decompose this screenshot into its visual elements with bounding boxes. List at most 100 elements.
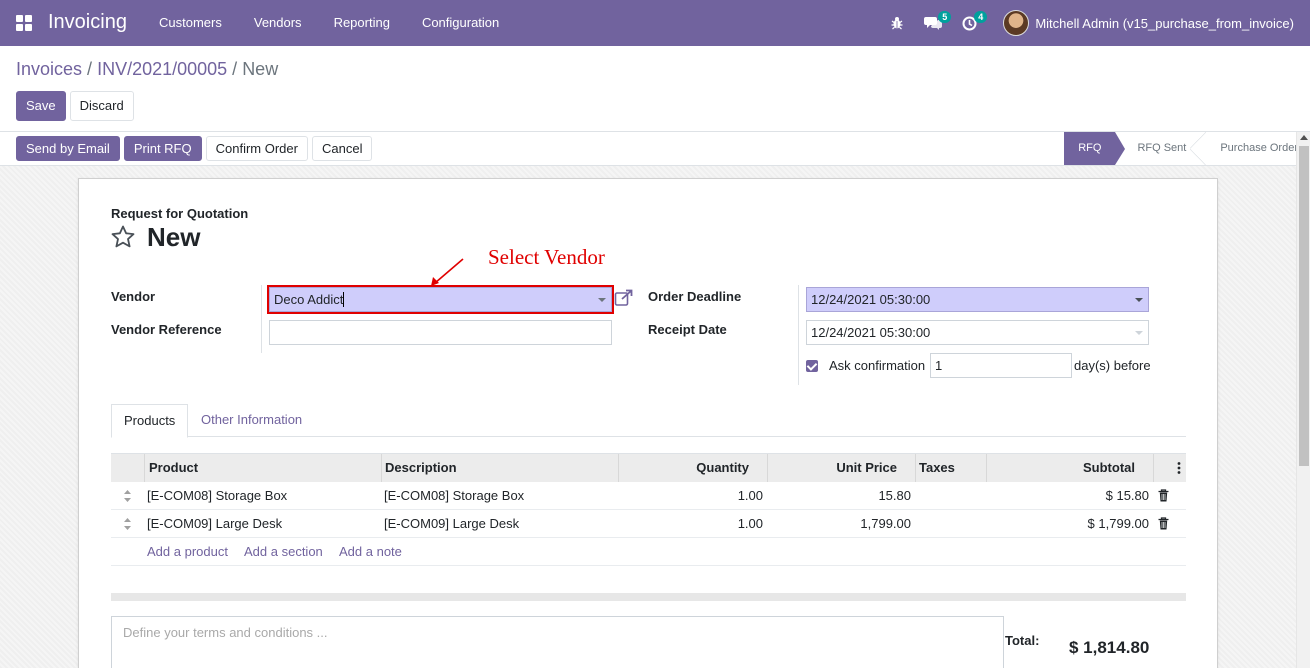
form-sheet: Request for Quotation New Select Vendor … <box>78 178 1218 668</box>
notebook-tabs: Products Other Information <box>111 404 1186 438</box>
apps-menu-icon[interactable] <box>16 15 32 31</box>
app-title[interactable]: Invoicing <box>48 11 127 34</box>
cell-unit-price[interactable]: 15.80 <box>767 482 911 510</box>
receipt-date-value: 12/24/2021 05:30:00 <box>811 325 931 340</box>
send-by-email-button[interactable]: Send by Email <box>16 136 120 161</box>
drag-handle-icon[interactable] <box>123 490 132 502</box>
save-button[interactable]: Save <box>16 91 66 121</box>
vendor-reference-input[interactable] <box>269 320 612 345</box>
messages-chat-icon[interactable]: 5 <box>919 0 952 46</box>
breadcrumb-separator: / <box>87 59 93 79</box>
stage-pipeline: RFQ RFQ Sent Purchase Order <box>1064 132 1310 165</box>
messages-badge: 5 <box>938 11 952 23</box>
star-icon[interactable] <box>110 224 136 250</box>
breadcrumb-separator: / <box>232 59 238 79</box>
cell-product[interactable]: [E-COM08] Storage Box <box>147 482 287 510</box>
vendor-label: Vendor <box>111 289 156 304</box>
trash-icon[interactable] <box>1158 489 1169 502</box>
add-line-row: Add a product Add a section Add a note <box>111 538 1186 566</box>
external-link-icon[interactable] <box>614 289 634 307</box>
form-content-area: Request for Quotation New Select Vendor … <box>0 166 1296 668</box>
cell-description[interactable]: [E-COM08] Storage Box <box>384 482 524 510</box>
activities-clock-icon[interactable]: 4 <box>955 0 988 46</box>
label-divider <box>261 285 262 353</box>
breadcrumb-invoices[interactable]: Invoices <box>16 59 82 80</box>
stage-rfq[interactable]: RFQ <box>1064 132 1126 165</box>
menu-item-reporting[interactable]: Reporting <box>318 0 406 46</box>
avatar <box>1003 10 1030 36</box>
activities-badge: 4 <box>974 11 988 23</box>
menu-item-vendors[interactable]: Vendors <box>238 0 318 46</box>
ask-confirmation-label: Ask confirmation <box>829 358 926 373</box>
column-description[interactable]: Description <box>381 454 618 482</box>
cell-description[interactable]: [E-COM09] Large Desk <box>384 510 519 538</box>
breadcrumb: Invoices / INV/2021/00005 / New <box>16 59 278 80</box>
scroll-up-arrow-icon[interactable] <box>1300 135 1308 140</box>
days-before-label: day(s) before <box>1074 358 1151 373</box>
status-buttons: Send by Email Print RFQ Confirm Order Ca… <box>16 136 373 161</box>
label-divider <box>798 285 799 385</box>
print-rfq-button[interactable]: Print RFQ <box>123 136 202 161</box>
vendor-highlight-box <box>267 285 614 314</box>
select-vendor-annotation: Select Vendor <box>488 245 605 269</box>
column-quantity[interactable]: Quantity <box>618 454 767 482</box>
order-deadline-label: Order Deadline <box>648 289 742 304</box>
order-lines-table: Product Description Quantity Unit Price … <box>111 453 1186 566</box>
tab-products[interactable]: Products <box>111 404 189 438</box>
debug-bug-icon[interactable] <box>883 0 911 46</box>
cell-unit-price[interactable]: 1,799.00 <box>767 510 911 538</box>
stage-purchase-order[interactable]: Purchase Order <box>1198 132 1310 165</box>
tab-other-information[interactable]: Other Information <box>189 404 314 437</box>
table-header: Product Description Quantity Unit Price … <box>111 453 1186 482</box>
page-scrollbar[interactable] <box>1296 132 1310 668</box>
scrollbar-thumb[interactable] <box>1299 146 1309 466</box>
kebab-menu-icon[interactable] <box>1174 461 1184 475</box>
ask-confirmation-checkbox[interactable] <box>806 360 818 372</box>
systray: 5 4 Mitchell Admin (v15_purchase_from_in… <box>883 0 1310 46</box>
control-buttons: Save Discard <box>16 91 134 121</box>
document-type-label: Request for Quotation <box>111 206 249 221</box>
top-navbar: Invoicing Customers Vendors Reporting Co… <box>0 0 1310 46</box>
order-deadline-value: 12/24/2021 05:30:00 <box>811 292 931 307</box>
add-product-link[interactable]: Add a product <box>147 538 228 566</box>
user-name: Mitchell Admin (v15_purchase_from_invoic… <box>1035 15 1294 31</box>
column-taxes[interactable]: Taxes <box>915 454 986 482</box>
menu-item-customers[interactable]: Customers <box>143 0 238 46</box>
cell-product[interactable]: [E-COM09] Large Desk <box>147 510 282 538</box>
total-value: $ 1,814.80 <box>1069 638 1150 657</box>
confirm-order-button[interactable]: Confirm Order <box>205 136 308 161</box>
cell-quantity[interactable]: 1.00 <box>618 482 763 510</box>
order-deadline-caret-icon[interactable] <box>1135 298 1143 302</box>
receipt-date-label: Receipt Date <box>648 322 727 337</box>
column-unit-price[interactable]: Unit Price <box>767 454 915 482</box>
statusbar: Send by Email Print RFQ Confirm Order Ca… <box>0 131 1310 166</box>
total-label: Total: <box>1005 633 1040 648</box>
cell-subtotal: $ 15.80 <box>1105 488 1149 503</box>
terms-and-conditions-input[interactable]: Define your terms and conditions ... <box>111 616 1004 668</box>
stage-rfq-sent[interactable]: RFQ Sent <box>1115 132 1207 165</box>
cancel-button[interactable]: Cancel <box>311 136 373 161</box>
vendor-reference-label: Vendor Reference <box>111 322 222 337</box>
table-row[interactable]: [E-COM08] Storage Box [E-COM08] Storage … <box>111 482 1186 510</box>
record-title: New <box>147 222 201 252</box>
add-note-link[interactable]: Add a note <box>339 538 402 566</box>
discard-button[interactable]: Discard <box>69 91 134 121</box>
drag-handle-icon[interactable] <box>123 518 132 530</box>
receipt-date-caret-icon[interactable] <box>1135 331 1143 335</box>
menu-item-configuration[interactable]: Configuration <box>406 0 515 46</box>
cell-quantity[interactable]: 1.00 <box>618 510 763 538</box>
breadcrumb-current: New <box>242 59 279 79</box>
receipt-date-input[interactable]: 12/24/2021 05:30:00 <box>806 320 1149 345</box>
trash-icon[interactable] <box>1158 517 1169 530</box>
column-subtotal[interactable]: Subtotal <box>986 454 1153 482</box>
add-section-link[interactable]: Add a section <box>244 538 323 566</box>
cell-subtotal: $ 1,799.00 <box>1087 516 1149 531</box>
table-row[interactable]: [E-COM09] Large Desk [E-COM09] Large Des… <box>111 510 1186 538</box>
breadcrumb-invoice[interactable]: INV/2021/00005 <box>97 59 227 80</box>
table-footer-bar <box>111 593 1186 601</box>
user-menu[interactable]: Mitchell Admin (v15_purchase_from_invoic… <box>1003 10 1294 36</box>
column-product[interactable]: Product <box>144 454 381 482</box>
ask-confirmation-days-input[interactable]: 1 <box>930 353 1072 378</box>
main-menu: Customers Vendors Reporting Configuratio… <box>143 0 515 46</box>
order-deadline-input[interactable]: 12/24/2021 05:30:00 <box>806 287 1149 312</box>
